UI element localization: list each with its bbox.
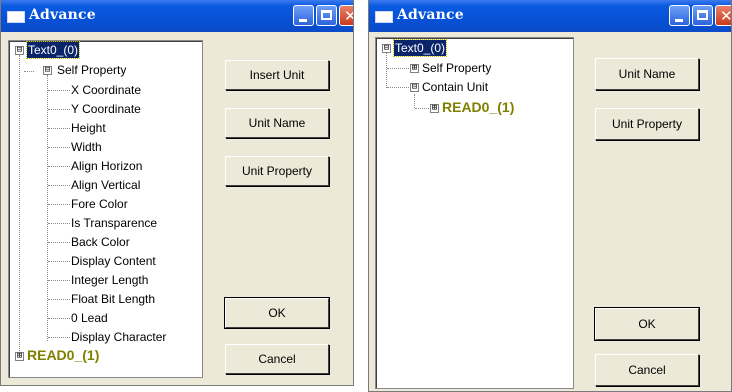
button-label: OK: [268, 306, 286, 320]
tree-connector: [387, 87, 409, 88]
ok-button[interactable]: OK: [594, 307, 700, 341]
tree-node-label: Text0_(0): [25, 41, 81, 59]
collapse-icon[interactable]: ⊟: [43, 66, 52, 75]
tree-connector: [386, 52, 387, 88]
tree-node-label: Display Content: [71, 254, 156, 268]
tree-node-label: Float Bit Length: [71, 292, 156, 306]
minimize-icon: [299, 19, 307, 22]
tree-connector: [48, 261, 70, 262]
window-icon: [7, 11, 25, 23]
tree-node-label: Self Property: [422, 61, 492, 75]
maximize-icon: [321, 10, 332, 20]
button-label: Unit Property: [611, 117, 683, 131]
unit-name-button[interactable]: Unit Name: [595, 58, 699, 90]
tree-node-label: Y Coordinate: [71, 102, 141, 116]
unit-name-button[interactable]: Unit Name: [225, 108, 329, 138]
tree-node-label: Text0_(0): [392, 39, 448, 57]
tree-connector: [47, 75, 48, 341]
tree-connector: [414, 94, 415, 108]
tree-connector: [48, 299, 70, 300]
tree-connector: [48, 242, 70, 243]
tree-connector: [48, 185, 70, 186]
tree-connector: [48, 337, 70, 338]
tree-node-label: Width: [71, 140, 102, 154]
button-label: Unit Name: [248, 116, 306, 130]
tree-connector: [19, 55, 20, 357]
tree-connector: [387, 68, 409, 69]
window-icon: [375, 11, 393, 23]
cancel-button[interactable]: Cancel: [595, 354, 699, 386]
close-icon: ✕: [344, 7, 353, 25]
advance-dialog-right: Advance ✕ ⊟ Text0_(0) ⊞ Self Property ⊟ …: [368, 0, 732, 392]
expand-icon[interactable]: ⊞: [410, 64, 419, 73]
tree-node-label: READ0_(1): [442, 99, 515, 115]
collapse-icon[interactable]: ⊟: [410, 83, 419, 92]
tree-connector: [48, 90, 70, 91]
tree-connector: [48, 166, 70, 167]
title-bar[interactable]: Advance ✕: [369, 0, 731, 32]
tree-node-label: Contain Unit: [422, 80, 489, 94]
tree-connector: [48, 318, 70, 319]
insert-unit-button[interactable]: Insert Unit: [225, 60, 329, 90]
collapse-icon[interactable]: ⊟: [15, 46, 24, 55]
maximize-icon: [697, 10, 708, 20]
maximize-button[interactable]: [692, 5, 713, 26]
unit-tree[interactable]: ⊟ Text0_(0) ⊞ Self Property ⊟ Contain Un…: [375, 37, 574, 389]
minimize-icon: [675, 19, 683, 22]
button-label: Cancel: [258, 352, 296, 366]
maximize-button[interactable]: [316, 5, 337, 26]
tree-node-label: Self Property: [57, 63, 127, 77]
tree-node-label: READ0_(1): [27, 347, 100, 363]
tree-node-label: Display Character: [71, 330, 167, 344]
unit-property-button[interactable]: Unit Property: [225, 156, 329, 186]
ok-button[interactable]: OK: [224, 297, 330, 329]
window-title: Advance: [29, 7, 96, 23]
unit-tree[interactable]: ⊟ Text0_(0) ⊟ Self Property X Coordinate…: [8, 40, 203, 378]
minimize-button[interactable]: [293, 5, 314, 26]
close-button[interactable]: ✕: [339, 5, 353, 26]
expand-icon[interactable]: ⊞: [15, 352, 24, 361]
tree-connector: [24, 71, 34, 72]
tree-node-label: Height: [71, 121, 106, 135]
tree-node-label: Back Color: [71, 235, 130, 249]
tree-node-label: Align Vertical: [71, 178, 141, 192]
tree-connector: [415, 108, 429, 109]
tree-node-label: X Coordinate: [71, 83, 142, 97]
tree-connector: [48, 147, 70, 148]
minimize-button[interactable]: [669, 5, 690, 26]
unit-property-button[interactable]: Unit Property: [595, 108, 699, 140]
button-label: Unit Name: [618, 67, 676, 81]
collapse-icon[interactable]: ⊟: [382, 44, 391, 53]
tree-connector: [48, 128, 70, 129]
expand-icon[interactable]: ⊞: [430, 104, 439, 113]
title-bar[interactable]: Advance ✕: [1, 0, 353, 32]
button-label: OK: [638, 317, 656, 331]
tree-connector: [48, 223, 70, 224]
cancel-button[interactable]: Cancel: [225, 344, 329, 374]
tree-node-label: Fore Color: [71, 197, 128, 211]
window-title: Advance: [397, 7, 464, 23]
button-label: Insert Unit: [249, 68, 305, 82]
close-icon: ✕: [720, 7, 732, 25]
tree-connector: [48, 280, 70, 281]
advance-dialog-left: Advance ✕ ⊟ Text0_(0) ⊟ Self Property X …: [0, 0, 354, 386]
tree-node-label: 0 Lead: [71, 311, 108, 325]
tree-node-label: Is Transparence: [71, 216, 158, 230]
tree-node-label: Integer Length: [71, 273, 149, 287]
tree-connector: [48, 109, 70, 110]
close-button[interactable]: ✕: [715, 5, 732, 26]
tree-node-label: Align Horizon: [71, 159, 143, 173]
button-label: Unit Property: [241, 164, 313, 178]
button-label: Cancel: [628, 363, 666, 377]
tree-connector: [48, 204, 70, 205]
